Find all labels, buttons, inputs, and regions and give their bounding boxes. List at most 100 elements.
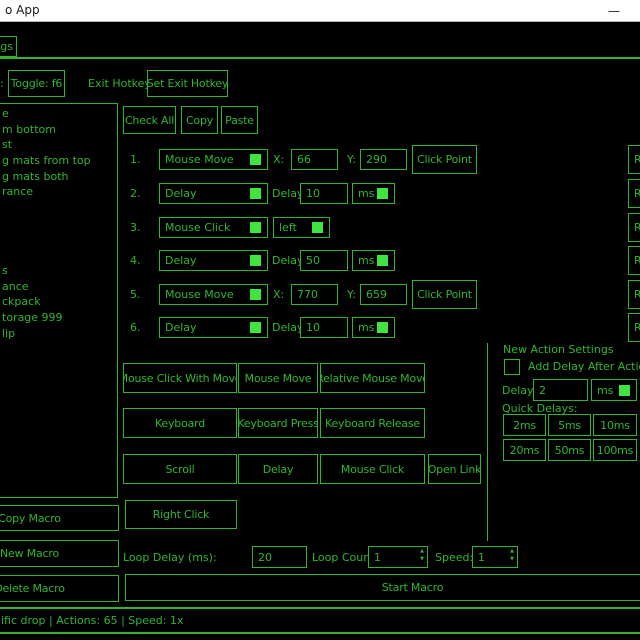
row-number: 3. xyxy=(130,221,141,234)
minimize-button[interactable]: — xyxy=(600,0,628,22)
delay-unit-select[interactable]: ms xyxy=(352,250,395,271)
y-input[interactable]: 659 xyxy=(360,284,407,305)
delete-macro-button[interactable]: Delete Macro xyxy=(0,575,119,602)
menu-tab-settings[interactable]: gs xyxy=(0,36,17,57)
add-delay-button[interactable]: Delay xyxy=(238,454,318,484)
add-keyboard-press-button[interactable]: Keyboard Press xyxy=(238,408,318,438)
dropdown-indicator-icon xyxy=(377,322,388,333)
x-input[interactable]: 770 xyxy=(291,284,338,305)
selected-value: ms xyxy=(358,321,374,334)
row-number: 1. xyxy=(130,153,141,166)
delay-unit-select[interactable]: ms xyxy=(352,183,395,204)
add-right-click-button[interactable]: Right Click xyxy=(125,500,237,529)
click-point-button[interactable]: Click Point xyxy=(412,280,477,309)
row-number: 5. xyxy=(130,288,141,301)
delay-unit-select[interactable]: ms xyxy=(352,317,395,338)
spin-down-icon[interactable]: ▼ xyxy=(420,556,424,562)
copy-macro-button[interactable]: Copy Macro xyxy=(0,505,119,531)
status-bar: ific drop | Actions: 65 | Speed: 1x xyxy=(0,607,640,634)
spin-down-icon[interactable]: ▼ xyxy=(510,556,514,562)
macro-list-item[interactable]: ckpack xyxy=(0,294,117,310)
dropdown-indicator-icon xyxy=(619,385,630,396)
delay-input[interactable]: 50 xyxy=(300,250,348,271)
action-type-select[interactable]: Mouse Click xyxy=(159,217,268,238)
new-macro-button[interactable]: New Macro xyxy=(0,540,119,567)
x-label: X: xyxy=(273,153,284,166)
y-input[interactable]: 290 xyxy=(360,149,407,170)
remove-action-button[interactable]: R xyxy=(628,213,640,242)
y-label: Y: xyxy=(347,153,356,166)
x-label: X: xyxy=(273,288,284,301)
quick-delay-5ms-button[interactable]: 5ms xyxy=(548,414,591,436)
remove-action-button[interactable]: R xyxy=(628,246,640,275)
action-type-select[interactable]: Mouse Move xyxy=(159,149,268,170)
macro-list-item[interactable]: e xyxy=(0,106,117,122)
add-mouse-click-with-move-button[interactable]: Mouse Click With Move xyxy=(123,363,237,393)
speed-label: Speed: xyxy=(435,551,473,564)
panel-divider xyxy=(487,343,488,541)
macro-list[interactable]: e m bottom st g mats from top g mats bot… xyxy=(0,103,118,498)
remove-action-button[interactable]: R xyxy=(628,179,640,208)
paste-button[interactable]: Paste xyxy=(221,106,258,134)
quick-delay-100ms-button[interactable]: 100ms xyxy=(593,439,637,461)
macro-list-item[interactable]: m bottom xyxy=(0,122,117,138)
row-number: 2. xyxy=(130,187,141,200)
add-open-link-button[interactable]: Open Link xyxy=(428,454,481,484)
add-scroll-button[interactable]: Scroll xyxy=(123,454,237,484)
macro-list-item[interactable]: s xyxy=(0,263,117,279)
delay-label: Delay xyxy=(272,254,304,267)
add-keyboard-release-button[interactable]: Keyboard Release xyxy=(320,408,425,438)
macro-list-item[interactable]: g mats from top xyxy=(0,153,117,169)
remove-action-button[interactable]: R xyxy=(628,280,640,309)
dropdown-indicator-icon xyxy=(250,255,261,266)
add-delay-after-action-checkbox[interactable] xyxy=(504,359,520,375)
selected-value: Mouse Move xyxy=(165,288,234,301)
toggle-hotkey-button[interactable]: Toggle: f6 xyxy=(8,70,65,97)
delay-label: Delay: xyxy=(502,384,536,397)
delay-input[interactable]: 10 xyxy=(300,317,348,338)
new-action-delay-input[interactable]: 2 xyxy=(533,379,588,401)
quick-delay-20ms-button[interactable]: 20ms xyxy=(503,439,546,461)
action-type-select[interactable]: Mouse Move xyxy=(159,284,268,305)
macro-list-item[interactable]: torage 999 xyxy=(0,310,117,326)
remove-action-button[interactable]: R xyxy=(628,145,640,174)
macro-list-item[interactable]: ance xyxy=(0,279,117,295)
set-exit-hotkey-button[interactable]: Set Exit Hotkey xyxy=(147,70,228,97)
row-number: 4. xyxy=(130,254,141,267)
delay-input[interactable]: 10 xyxy=(300,183,348,204)
remove-action-button[interactable]: R xyxy=(628,313,640,342)
quick-delay-50ms-button[interactable]: 50ms xyxy=(548,439,591,461)
add-relative-mouse-move-button[interactable]: Relative Mouse Move xyxy=(320,363,425,393)
action-type-select[interactable]: Delay xyxy=(159,183,268,204)
action-type-select[interactable]: Delay xyxy=(159,250,268,271)
loop-count-stepper[interactable]: 1 ▲ ▼ xyxy=(368,546,428,568)
new-action-delay-unit-select[interactable]: ms xyxy=(591,379,637,401)
macro-list-item[interactable]: rance xyxy=(0,184,117,200)
copy-button[interactable]: Copy xyxy=(181,106,218,134)
macro-list-item[interactable]: g mats both xyxy=(0,169,117,185)
start-macro-button[interactable]: Start Macro xyxy=(125,574,640,601)
quick-delay-10ms-button[interactable]: 10ms xyxy=(593,414,637,436)
speed-stepper[interactable]: 1 ▲ ▼ xyxy=(472,546,518,568)
macro-list-item[interactable]: st xyxy=(0,137,117,153)
add-mouse-click-button[interactable]: Mouse Click xyxy=(320,454,425,484)
check-all-button[interactable]: Check All xyxy=(123,106,176,134)
hotkey-label-fragment: : xyxy=(0,77,4,90)
spin-up-icon[interactable]: ▲ xyxy=(510,548,514,554)
x-input[interactable]: 66 xyxy=(291,149,338,170)
selected-value: left xyxy=(279,221,297,234)
macro-list-item[interactable]: lip xyxy=(0,326,117,342)
loop-delay-input[interactable]: 20 xyxy=(252,546,307,568)
spin-up-icon[interactable]: ▲ xyxy=(420,548,424,554)
selected-value: ms xyxy=(358,187,374,200)
selected-value: Delay xyxy=(165,187,197,200)
add-mouse-move-button[interactable]: Mouse Move xyxy=(238,363,318,393)
y-label: Y: xyxy=(347,288,356,301)
quick-delay-2ms-button[interactable]: 2ms xyxy=(503,414,546,436)
action-type-select[interactable]: Delay xyxy=(159,317,268,338)
dropdown-indicator-icon xyxy=(250,289,261,300)
click-point-button[interactable]: Click Point xyxy=(412,145,477,174)
mouse-button-select[interactable]: left xyxy=(273,217,330,238)
delay-label: Delay xyxy=(272,321,304,334)
add-keyboard-button[interactable]: Keyboard xyxy=(123,408,237,438)
